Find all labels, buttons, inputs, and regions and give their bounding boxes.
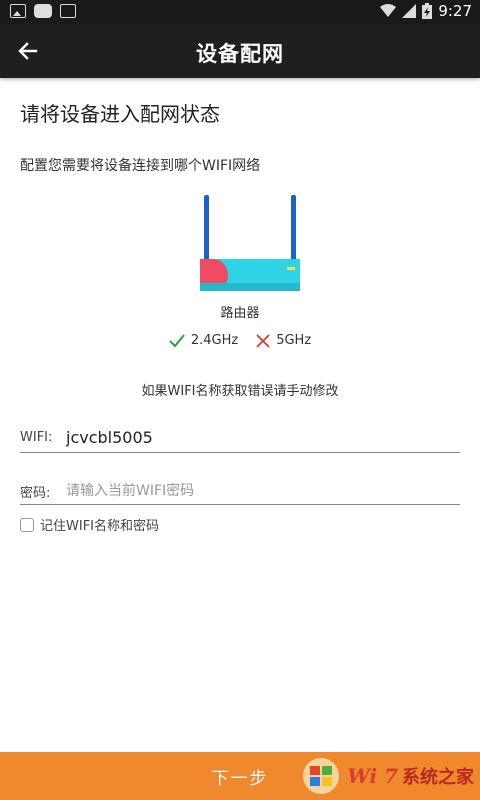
windows-logo-icon	[303, 758, 340, 794]
remember-label: 记住WIFI名称和密码	[40, 519, 159, 534]
wifi-label: WIFI:	[20, 430, 53, 445]
band-2-4ghz: 2.4GHz	[169, 333, 238, 348]
router-label: 路由器	[220, 306, 260, 321]
status-bar: 9:27	[0, 0, 480, 24]
headline: 请将设备进入配网状态	[20, 102, 220, 126]
watermark: Wi 7 系统之家	[299, 754, 474, 798]
hint-text: 如果WIFI名称获取错误请手动修改	[141, 384, 339, 399]
app-bar: 设备配网	[0, 24, 480, 78]
notification-icon	[34, 4, 52, 18]
wifi-signal-icon	[380, 4, 397, 17]
password-input[interactable]	[66, 476, 446, 502]
password-field-row: 密码:	[20, 474, 460, 505]
watermark-cn: 系统之家	[402, 767, 474, 788]
band-label: 2.4GHz	[190, 333, 239, 348]
check-icon	[169, 333, 185, 347]
battery-charging-icon	[422, 3, 433, 19]
cell-signal-icon	[402, 4, 417, 18]
remember-checkbox[interactable]	[20, 517, 34, 532]
status-time: 9:27	[438, 2, 472, 20]
band-support: 2.4GHz 5GHz	[0, 333, 480, 348]
antenna-left	[204, 195, 209, 261]
router-illustration	[200, 195, 300, 291]
remember-option[interactable]: 记住WIFI名称和密码	[20, 515, 159, 534]
router-base	[200, 283, 300, 291]
text-notification-icon	[60, 4, 76, 18]
antenna-right	[291, 195, 296, 261]
page-title: 设备配网	[196, 42, 284, 66]
watermark-text: Wi 7	[347, 764, 398, 788]
band-5ghz: 5GHz	[256, 333, 311, 348]
band-label: 5GHz	[276, 333, 312, 348]
wifi-field-row: WIFI:	[20, 422, 460, 453]
router-led	[287, 267, 295, 270]
password-label: 密码:	[20, 486, 51, 501]
image-notification-icon	[10, 4, 26, 18]
wifi-name-input[interactable]	[66, 424, 446, 450]
next-button-label: 下一步	[211, 768, 269, 789]
instruction-text: 配置您需要将设备连接到哪个WIFI网络	[20, 158, 261, 174]
cross-icon	[256, 333, 270, 348]
